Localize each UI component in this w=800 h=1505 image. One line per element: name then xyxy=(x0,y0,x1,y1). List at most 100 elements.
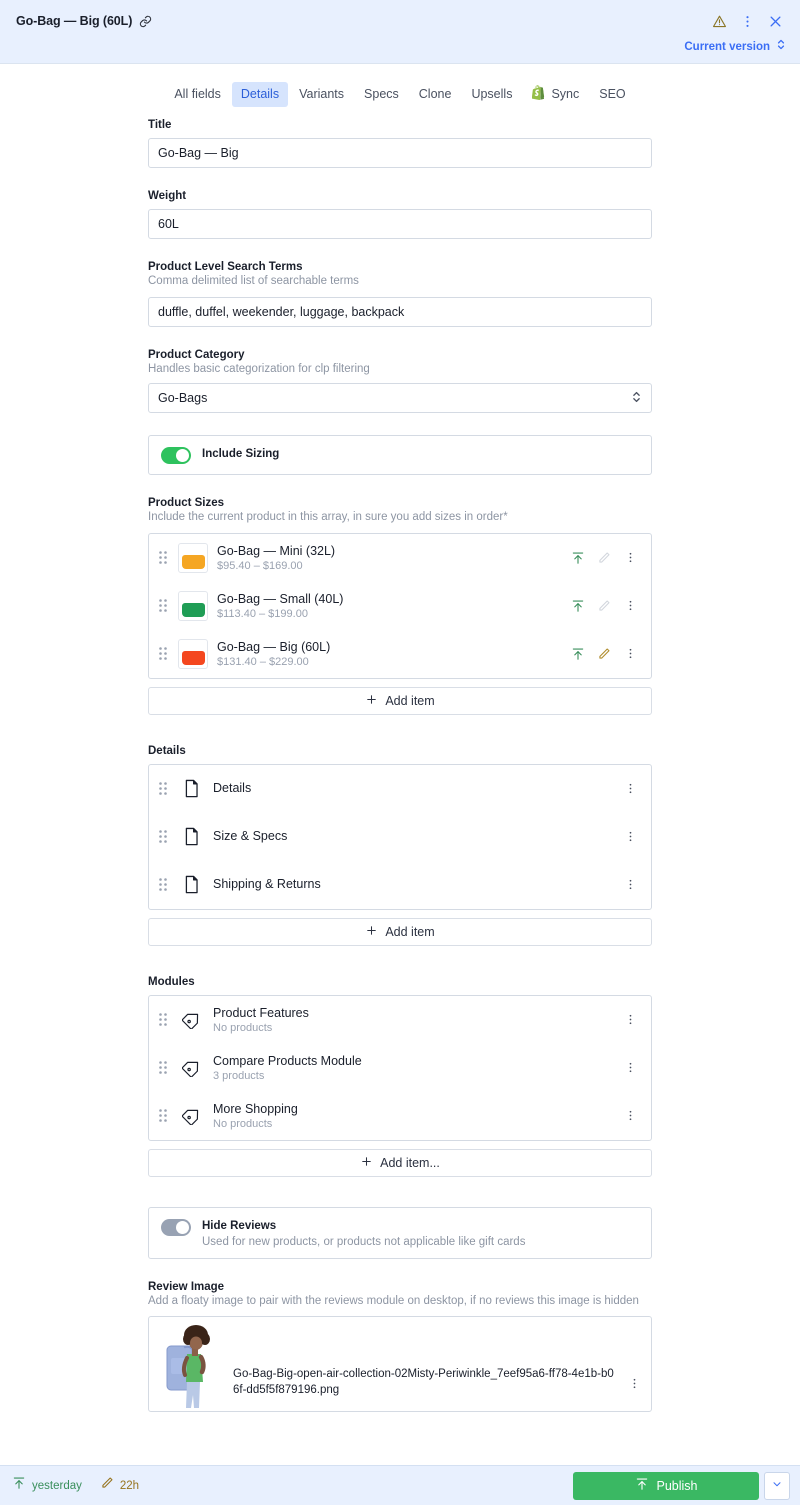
tab-all-fields[interactable]: All fields xyxy=(165,82,230,107)
hide-reviews-description: Used for new products, or products not a… xyxy=(202,1235,526,1248)
drag-handle-icon[interactable] xyxy=(157,551,169,564)
pencil-icon xyxy=(100,1476,114,1495)
close-icon[interactable] xyxy=(762,8,788,34)
list-item[interactable]: More Shopping No products xyxy=(149,1092,651,1140)
details-list: Details Size & Specs Shipping & Returns xyxy=(148,763,652,910)
product-size-price: $113.40 – $199.00 xyxy=(217,608,308,621)
warning-triangle-icon[interactable] xyxy=(706,8,732,34)
field-hide-reviews: Hide Reviews Used for new products, or p… xyxy=(148,1206,652,1259)
plus-icon xyxy=(360,1155,373,1171)
table-row[interactable]: Go-Bag — Big (60L) $131.40 – $229.00 xyxy=(149,630,651,678)
drag-handle-icon[interactable] xyxy=(157,1109,169,1122)
publish-icon xyxy=(12,1476,26,1495)
include-sizing-toggle[interactable] xyxy=(161,447,191,465)
edit-pencil-icon[interactable] xyxy=(595,645,613,663)
list-item[interactable]: Details xyxy=(149,765,651,813)
review-image-kebab-menu-icon[interactable] xyxy=(628,1377,641,1403)
edit-pencil-icon[interactable] xyxy=(595,549,613,567)
drag-handle-icon[interactable] xyxy=(157,878,169,891)
form-scroll-area[interactable]: Title Go-Bag — Big Weight 60L Product Le… xyxy=(0,119,800,1465)
tab-upsells[interactable]: Upsells xyxy=(462,82,521,107)
search-terms-label: Product Level Search Terms xyxy=(148,261,303,273)
add-product-size-label: Add item xyxy=(385,693,435,708)
add-module-label: Add item... xyxy=(380,1155,440,1170)
field-weight: Weight 60L xyxy=(148,190,652,239)
link-icon[interactable] xyxy=(139,15,152,28)
tab-specs[interactable]: Specs xyxy=(355,82,408,107)
tab-sync[interactable]: Sync xyxy=(523,80,588,109)
publish-icon[interactable] xyxy=(569,645,587,663)
document-icon xyxy=(178,875,204,894)
row-kebab-menu-icon[interactable] xyxy=(621,549,639,567)
kebab-menu-icon[interactable] xyxy=(734,8,760,34)
weight-input[interactable]: 60L xyxy=(148,209,652,239)
row-kebab-menu-icon[interactable] xyxy=(621,780,639,798)
tag-icon xyxy=(178,1058,204,1078)
edit-pencil-icon[interactable] xyxy=(595,597,613,615)
drag-handle-icon[interactable] xyxy=(157,647,169,660)
chevron-updown-icon xyxy=(631,390,642,407)
publish-icon[interactable] xyxy=(569,549,587,567)
header-actions xyxy=(706,8,788,34)
tab-clone[interactable]: Clone xyxy=(410,82,461,107)
drag-handle-icon[interactable] xyxy=(157,1013,169,1026)
table-row[interactable]: Go-Bag — Mini (32L) $95.40 – $169.00 xyxy=(149,534,651,582)
detail-item-title: Details xyxy=(213,781,252,796)
details-form: Title Go-Bag — Big Weight 60L Product Le… xyxy=(148,119,652,1444)
add-module-button[interactable]: Add item... xyxy=(148,1148,652,1177)
row-kebab-menu-icon[interactable] xyxy=(621,645,639,663)
shopify-icon xyxy=(532,85,546,104)
row-kebab-menu-icon[interactable] xyxy=(621,876,639,894)
page-title: Go-Bag — Big (60L) xyxy=(16,14,133,28)
review-image-label: Review Image xyxy=(148,1280,225,1293)
title-input[interactable]: Go-Bag — Big xyxy=(148,138,652,168)
search-terms-input[interactable]: duffle, duffel, weekender, luggage, back… xyxy=(148,296,652,327)
row-kebab-menu-icon[interactable] xyxy=(621,1059,639,1077)
product-sizes-description: Include the current product in this arra… xyxy=(148,511,508,524)
list-item[interactable]: Compare Products Module 3 products xyxy=(149,1044,651,1092)
review-image-thumbnail xyxy=(163,1320,219,1409)
list-item[interactable]: Size & Specs xyxy=(149,813,651,861)
drag-handle-icon[interactable] xyxy=(157,1061,169,1074)
row-kebab-menu-icon[interactable] xyxy=(621,597,639,615)
add-detail-button[interactable]: Add item xyxy=(148,917,652,946)
hide-reviews-toggle[interactable] xyxy=(161,1218,191,1236)
add-product-size-button[interactable]: Add item xyxy=(148,686,652,715)
weight-label: Weight xyxy=(148,190,187,202)
chevron-updown-icon xyxy=(776,38,786,56)
field-product-sizes: Product Sizes Include the current produc… xyxy=(148,497,652,715)
product-size-title: Go-Bag — Big (60L) xyxy=(217,639,331,654)
publish-button-label: Publish xyxy=(656,1478,698,1493)
modules-array-label: Modules xyxy=(148,975,195,988)
publish-button[interactable]: Publish xyxy=(573,1471,759,1500)
last-published-label: yesterday xyxy=(32,1479,82,1492)
editor-footer: yesterday 22h Publish xyxy=(0,1465,800,1505)
review-image-box[interactable]: Go-Bag-Big-open-air-collection-02Misty-P… xyxy=(148,1316,652,1413)
product-category-select[interactable]: Go-Bags xyxy=(148,383,652,414)
product-size-title: Go-Bag — Small (40L) xyxy=(217,591,344,606)
row-kebab-menu-icon[interactable] xyxy=(621,1011,639,1029)
product-editor-window: Go-Bag — Big (60L) Current version All f… xyxy=(0,0,800,1505)
review-image-filename: Go-Bag-Big-open-air-collection-02Misty-P… xyxy=(233,1367,614,1397)
tab-variants[interactable]: Variants xyxy=(290,82,353,107)
hide-reviews-box: Hide Reviews Used for new products, or p… xyxy=(148,1206,652,1259)
row-kebab-menu-icon[interactable] xyxy=(621,1107,639,1125)
drag-handle-icon[interactable] xyxy=(157,599,169,612)
table-row[interactable]: Go-Bag — Small (40L) $113.40 – $199.00 xyxy=(149,582,651,630)
tab-seo[interactable]: SEO xyxy=(590,82,634,107)
field-search-terms: Product Level Search Terms Comma delimit… xyxy=(148,261,652,327)
publish-icon[interactable] xyxy=(569,597,587,615)
module-item-subtitle: No products xyxy=(213,1118,273,1131)
field-details-array: Details Details Size & Specs Shipping & … xyxy=(148,745,652,946)
title-label: Title xyxy=(148,119,172,131)
drag-handle-icon[interactable] xyxy=(157,782,169,795)
list-item[interactable]: Shipping & Returns xyxy=(149,861,651,909)
publish-options-button[interactable] xyxy=(764,1471,790,1500)
drag-handle-icon[interactable] xyxy=(157,830,169,843)
document-header: Go-Bag — Big (60L) Current version xyxy=(0,0,800,64)
row-kebab-menu-icon[interactable] xyxy=(621,828,639,846)
field-title: Title Go-Bag — Big xyxy=(148,119,652,168)
tab-details[interactable]: Details xyxy=(231,82,289,107)
list-item[interactable]: Product Features No products xyxy=(149,996,651,1044)
version-selector[interactable]: Current version xyxy=(684,38,786,56)
